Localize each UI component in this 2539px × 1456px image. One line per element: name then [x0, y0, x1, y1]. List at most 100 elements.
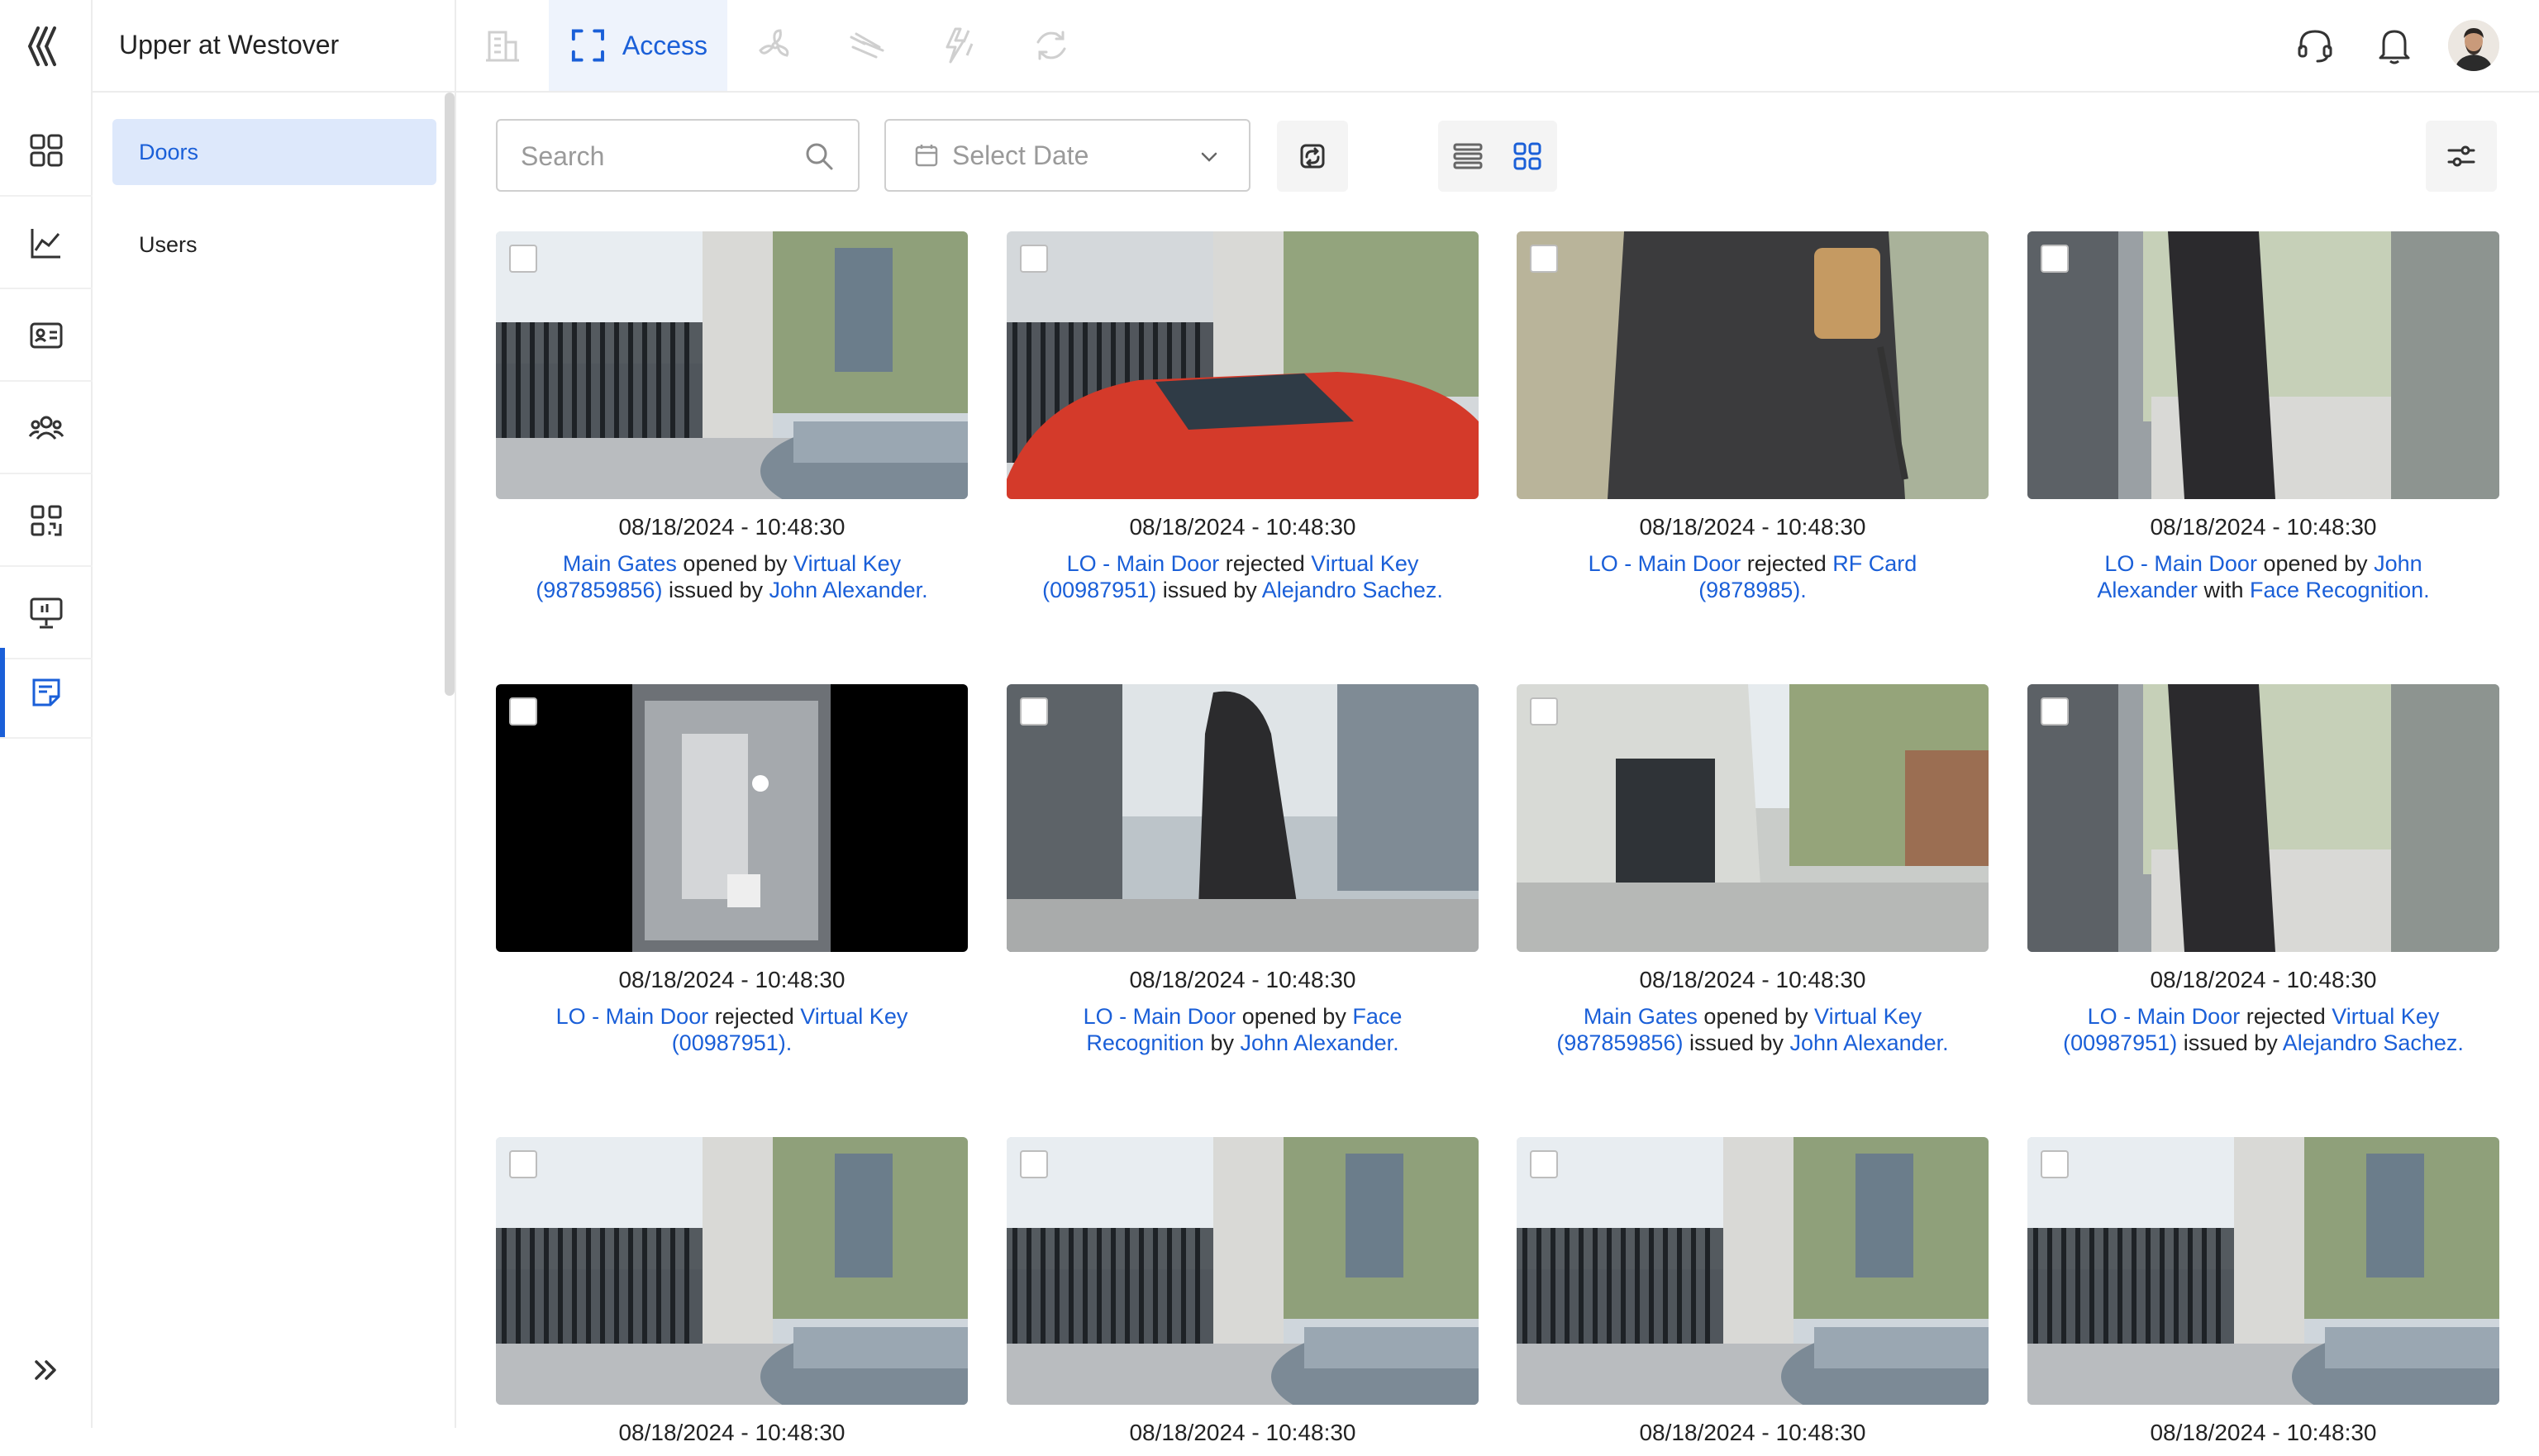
- snapshot-image: [1007, 231, 1479, 499]
- event-card[interactable]: 08/18/2024 - 10:48:30 LO - Main Door reje…: [496, 684, 968, 1056]
- event-description: Main Gates opened by Virtual Key (987859…: [1517, 1003, 1989, 1056]
- refresh-button[interactable]: [1277, 121, 1348, 192]
- search-input[interactable]: [521, 136, 802, 177]
- bell-icon[interactable]: [2372, 23, 2417, 68]
- rail-notes[interactable]: [0, 648, 93, 739]
- energy-icon: [946, 27, 974, 64]
- view-toggle: [1438, 121, 1557, 192]
- tab-fan[interactable]: [752, 0, 798, 91]
- grid-view-button[interactable]: [1498, 121, 1557, 192]
- event-card[interactable]: 08/18/2024 - 10:48:30 Main Gates opened b…: [1517, 684, 1989, 1056]
- event-card[interactable]: 08/18/2024 - 10:48:30: [1007, 1137, 1479, 1456]
- building-icon: [486, 31, 519, 62]
- event-link[interactable]: LO - Main Door: [1589, 551, 1741, 576]
- select-checkbox[interactable]: [1020, 697, 1048, 726]
- event-link[interactable]: Alejandro Sachez.: [1262, 578, 1443, 602]
- secondary-sidebar: Upper at Westover Doors Users: [93, 0, 456, 1428]
- list-view-icon: [1453, 143, 1483, 169]
- select-checkbox[interactable]: [1530, 1150, 1558, 1178]
- event-timestamp: 08/18/2024 - 10:48:30: [1639, 514, 1866, 540]
- sidebar-item-users[interactable]: Users: [112, 212, 436, 278]
- event-snapshot[interactable]: [1007, 1137, 1479, 1405]
- search-icon[interactable]: [803, 140, 835, 172]
- select-checkbox[interactable]: [1020, 1150, 1048, 1178]
- event-link[interactable]: Main Gates: [563, 551, 677, 576]
- event-link[interactable]: LO - Main Door: [1067, 551, 1220, 576]
- event-snapshot[interactable]: [1007, 684, 1479, 952]
- event-timestamp: 08/18/2024 - 10:48:30: [1129, 514, 1356, 540]
- event-timestamp: 08/18/2024 - 10:48:30: [618, 967, 846, 992]
- sidebar-item-doors[interactable]: Doors: [112, 119, 436, 185]
- select-checkbox[interactable]: [1530, 697, 1558, 726]
- tab-sync[interactable]: [1028, 0, 1074, 91]
- event-link[interactable]: John Alexander.: [1790, 1030, 1949, 1055]
- event-card[interactable]: 08/18/2024 - 10:48:30 Main Gates opened b…: [496, 231, 968, 603]
- tab-building[interactable]: [479, 0, 526, 91]
- snapshot-image: [1517, 231, 1989, 499]
- sidebar-scrollbar[interactable]: [445, 93, 455, 696]
- event-link[interactable]: Alejandro Sachez.: [2283, 1030, 2464, 1055]
- brand-logo-icon[interactable]: [23, 23, 69, 69]
- headset-icon[interactable]: [2293, 23, 2337, 68]
- select-checkbox[interactable]: [2041, 1150, 2069, 1178]
- list-view-button[interactable]: [1438, 121, 1498, 192]
- sidebar-item-label: Users: [139, 231, 198, 257]
- refresh-icon: [1300, 144, 1325, 169]
- event-link[interactable]: John Alexander.: [1240, 1030, 1398, 1055]
- select-checkbox[interactable]: [509, 697, 537, 726]
- tab-wind[interactable]: [843, 0, 889, 91]
- event-link[interactable]: LO - Main Door: [556, 1004, 709, 1029]
- event-snapshot[interactable]: [496, 231, 968, 499]
- event-card[interactable]: 08/18/2024 - 10:48:30 LO - Main Door reje…: [1517, 231, 1989, 603]
- event-snapshot[interactable]: [2027, 1137, 2499, 1405]
- event-card[interactable]: 08/18/2024 - 10:48:30: [1517, 1137, 1989, 1456]
- event-snapshot[interactable]: [496, 1137, 968, 1405]
- avatar[interactable]: [2448, 20, 2499, 71]
- event-snapshot[interactable]: [1517, 1137, 1989, 1405]
- event-card[interactable]: 08/18/2024 - 10:48:30 LO - Main Door open…: [1007, 684, 1479, 1056]
- rail-dashboard[interactable]: [0, 106, 93, 197]
- event-link[interactable]: John Alexander.: [769, 578, 928, 602]
- users-group-icon: [28, 416, 64, 440]
- select-checkbox[interactable]: [1020, 245, 1048, 273]
- event-card[interactable]: 08/18/2024 - 10:48:30 LO - Main Door reje…: [2027, 684, 2499, 1056]
- event-snapshot[interactable]: [2027, 684, 2499, 952]
- event-link[interactable]: Face Recognition.: [2250, 578, 2430, 602]
- event-snapshot[interactable]: [496, 684, 968, 952]
- event-link[interactable]: LO - Main Door: [2088, 1004, 2241, 1029]
- select-checkbox[interactable]: [2041, 697, 2069, 726]
- search-box[interactable]: [496, 119, 860, 192]
- event-card[interactable]: 08/18/2024 - 10:48:30: [496, 1137, 968, 1456]
- event-card[interactable]: 08/18/2024 - 10:48:30 LO - Main Door reje…: [1007, 231, 1479, 603]
- rail-monitor[interactable]: [0, 569, 93, 659]
- event-link[interactable]: LO - Main Door: [2104, 551, 2257, 576]
- event-snapshot[interactable]: [1517, 231, 1989, 499]
- grid-view-icon: [1513, 142, 1541, 170]
- avatar-portrait-icon: [2448, 20, 2499, 71]
- event-timestamp: 08/18/2024 - 10:48:30: [618, 514, 846, 540]
- event-snapshot[interactable]: [1517, 684, 1989, 952]
- select-checkbox[interactable]: [2041, 245, 2069, 273]
- select-checkbox[interactable]: [509, 245, 537, 273]
- rail-qr-code[interactable]: [0, 476, 93, 567]
- expand-sidebar-icon[interactable]: [25, 1349, 68, 1392]
- filter-settings-button[interactable]: [2426, 121, 2497, 192]
- rail-users[interactable]: [0, 383, 93, 474]
- tab-access[interactable]: Access: [549, 0, 727, 91]
- event-snapshot[interactable]: [1007, 231, 1479, 499]
- rail-analytics[interactable]: [0, 198, 93, 289]
- tab-energy[interactable]: [936, 0, 982, 91]
- date-select[interactable]: Select Date: [884, 119, 1250, 192]
- event-description: Main Gates opened by Virtual Key (987859…: [496, 550, 968, 603]
- event-link[interactable]: LO - Main Door: [1084, 1004, 1236, 1029]
- snapshot-image: [2027, 231, 2499, 499]
- select-checkbox[interactable]: [1530, 245, 1558, 273]
- select-checkbox[interactable]: [509, 1150, 537, 1178]
- event-timestamp: 08/18/2024 - 10:48:30: [1129, 1420, 1356, 1445]
- event-description: LO - Main Door rejected Virtual Key (009…: [2027, 1003, 2499, 1056]
- event-link[interactable]: Main Gates: [1584, 1004, 1698, 1029]
- event-card[interactable]: 08/18/2024 - 10:48:30 LO - Main Door open…: [2027, 231, 2499, 603]
- event-snapshot[interactable]: [2027, 231, 2499, 499]
- event-card[interactable]: 08/18/2024 - 10:48:30: [2027, 1137, 2499, 1456]
- rail-id-card[interactable]: [0, 291, 93, 382]
